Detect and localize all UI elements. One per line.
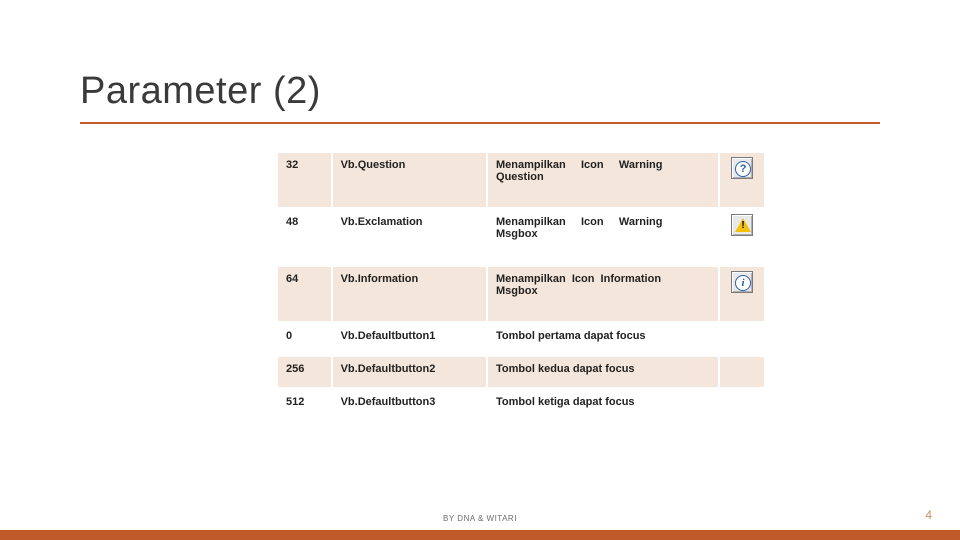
cell-icon: [720, 210, 764, 264]
cell-desc: Menampilkan Icon Information Msgbox: [488, 267, 718, 321]
footer-text: BY DNA & WITARI: [443, 514, 517, 523]
cell-icon-empty: [720, 357, 764, 387]
cell-const: Vb.Defaultbutton2: [333, 357, 486, 387]
cell-icon-empty: [720, 390, 764, 420]
cell-desc: Tombol ketiga dapat focus: [488, 390, 718, 420]
cell-const: Vb.Defaultbutton1: [333, 324, 486, 354]
cell-code: 32: [278, 153, 331, 207]
table-row: 48 Vb.Exclamation Menampilkan Icon Warni…: [278, 210, 764, 264]
cell-code: 64: [278, 267, 331, 321]
table-row: 0 Vb.Defaultbutton1 Tombol pertama dapat…: [278, 324, 764, 354]
cell-desc: Menampilkan Icon Warning Question: [488, 153, 718, 207]
cell-code: 0: [278, 324, 331, 354]
cell-desc: Tombol pertama dapat focus: [488, 324, 718, 354]
cell-const: Vb.Defaultbutton3: [333, 390, 486, 420]
cell-const: Vb.Question: [333, 153, 486, 207]
cell-icon: [720, 153, 764, 207]
cell-const: Vb.Exclamation: [333, 210, 486, 264]
table-row: 512 Vb.Defaultbutton3 Tombol ketiga dapa…: [278, 390, 764, 420]
cell-code: 256: [278, 357, 331, 387]
title-underline: [80, 122, 880, 124]
table-row: 64 Vb.Information Menampilkan Icon Infor…: [278, 267, 764, 321]
footer: BY DNA & WITARI: [0, 508, 960, 526]
cell-code: 512: [278, 390, 331, 420]
parameter-table: 32 Vb.Question Menampilkan Icon Warning …: [276, 150, 766, 423]
footer-accent-bar: [0, 530, 960, 540]
cell-desc: Tombol kedua dapat focus: [488, 357, 718, 387]
page-title: Parameter (2): [80, 70, 321, 113]
exclamation-icon: [731, 214, 753, 236]
cell-desc: Menampilkan Icon Warning Msgbox: [488, 210, 718, 264]
table-row: 32 Vb.Question Menampilkan Icon Warning …: [278, 153, 764, 207]
cell-icon: [720, 267, 764, 321]
question-icon: [731, 157, 753, 179]
information-icon: [731, 271, 753, 293]
cell-const: Vb.Information: [333, 267, 486, 321]
page-number: 4: [925, 508, 932, 522]
cell-code: 48: [278, 210, 331, 264]
table-row: 256 Vb.Defaultbutton2 Tombol kedua dapat…: [278, 357, 764, 387]
cell-icon-empty: [720, 324, 764, 354]
